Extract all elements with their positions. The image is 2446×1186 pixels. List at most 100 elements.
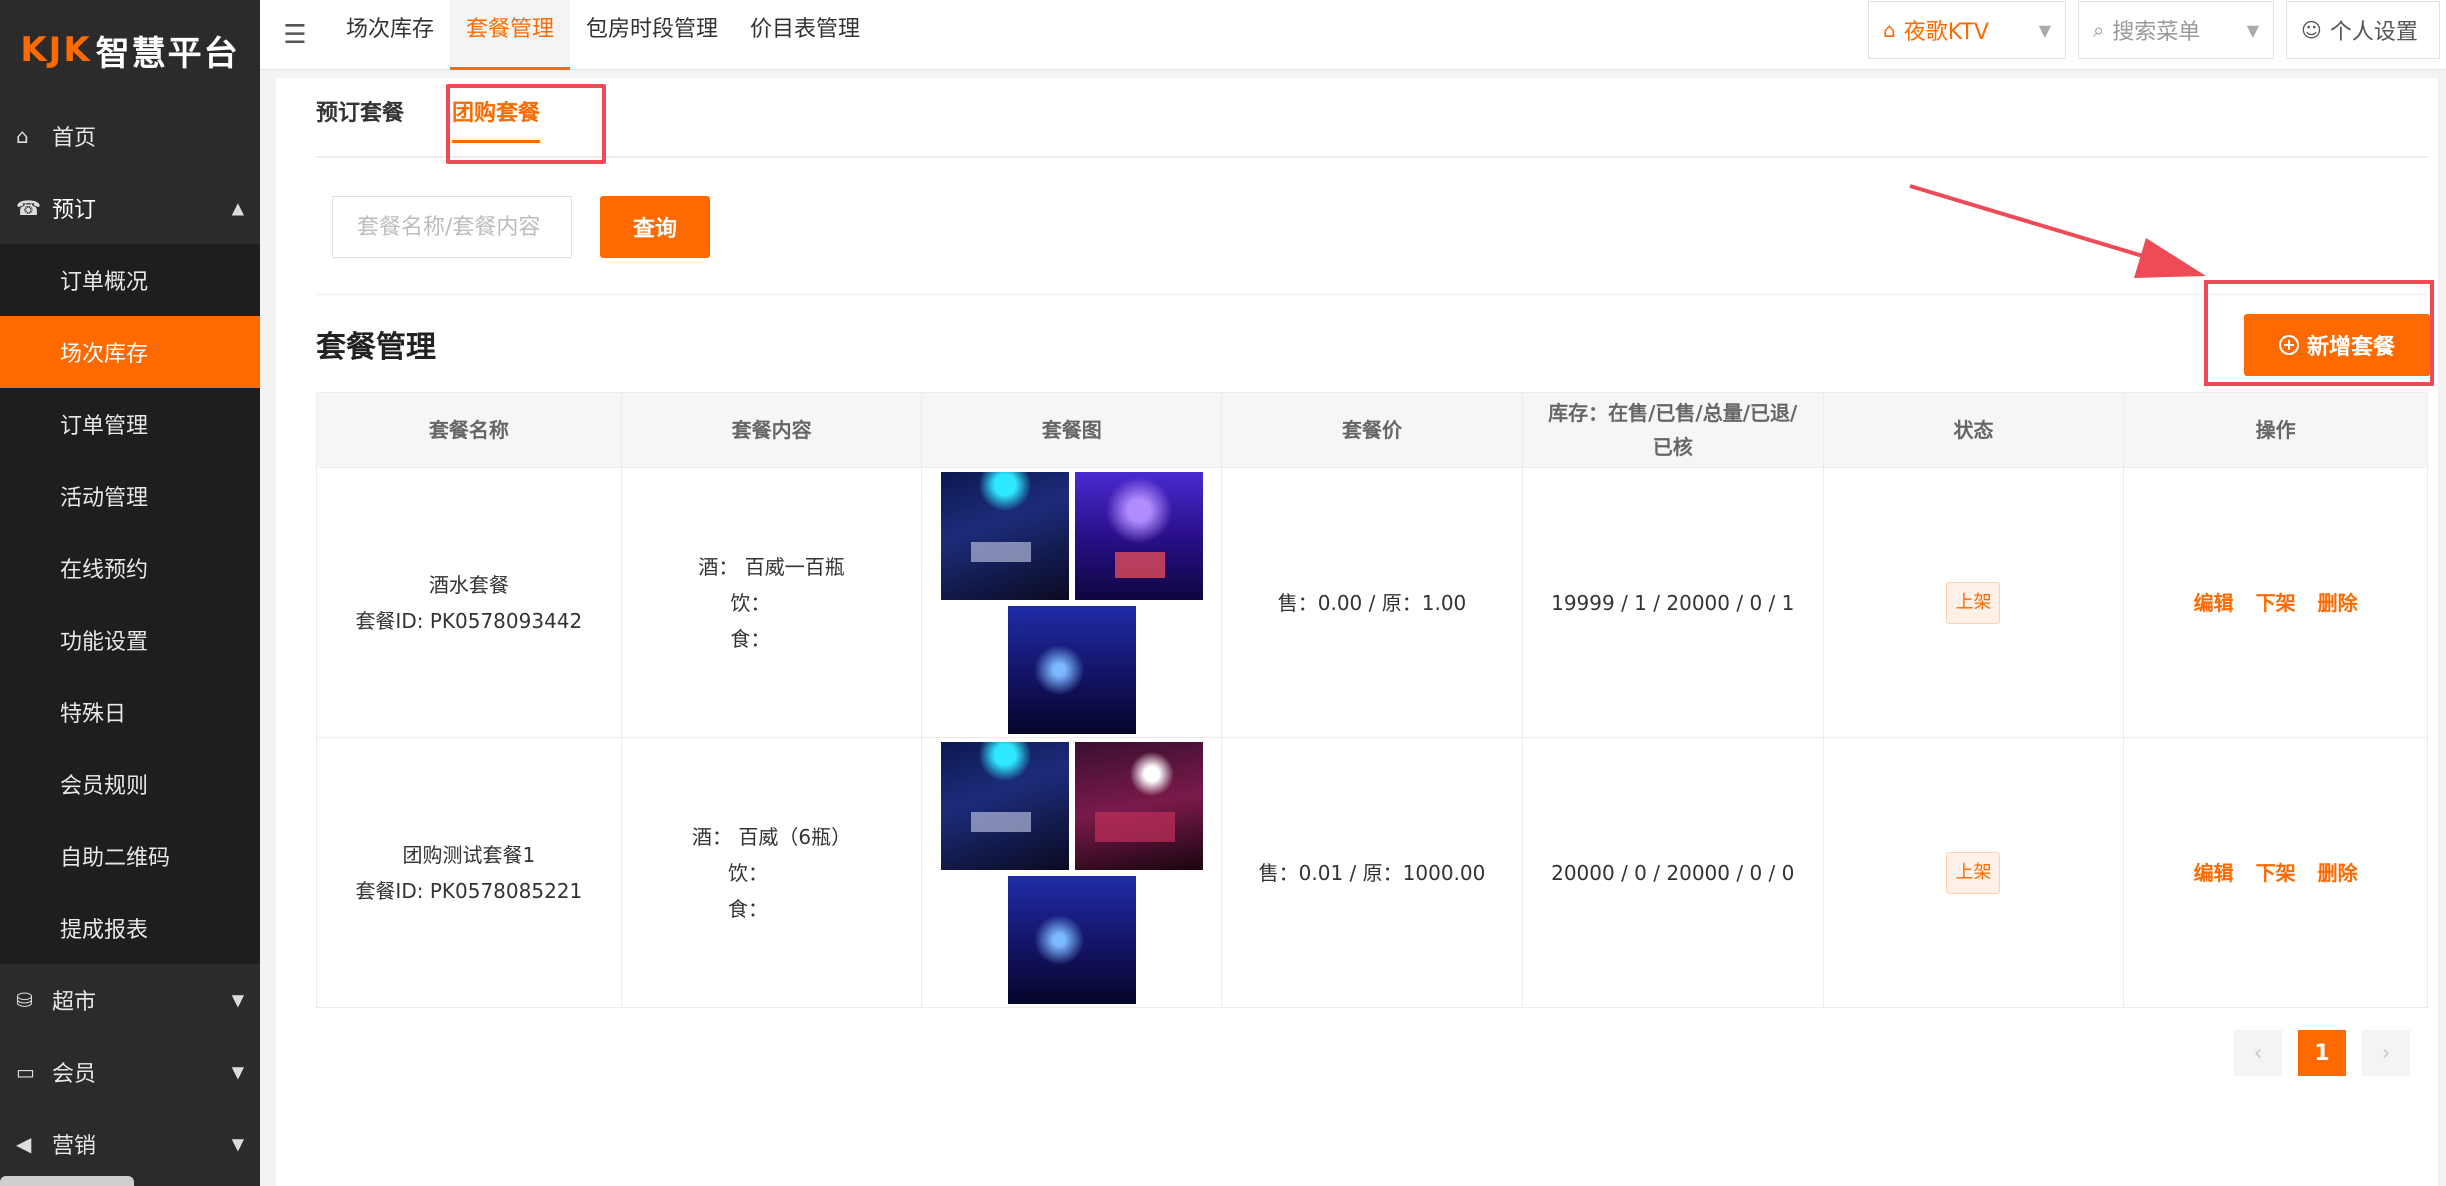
sidebar-item-label: 首页 xyxy=(52,126,97,151)
menu-toggle-icon[interactable]: ☰ xyxy=(260,20,330,50)
unlist-link[interactable]: 下架 xyxy=(2256,855,2296,891)
add-package-button[interactable]: + 新增套餐 xyxy=(2244,314,2430,376)
package-image[interactable] xyxy=(1007,605,1136,734)
edit-link[interactable]: 编辑 xyxy=(2194,855,2234,891)
megaphone-icon: ◀ xyxy=(16,1132,32,1156)
sidebar-item-activity[interactable]: 活动管理 xyxy=(0,460,260,532)
caret-down-icon: ▼ xyxy=(231,1062,244,1082)
column-header-line: 已核 xyxy=(1652,435,1693,459)
sidebar: KJK 智慧平台 ⌂ 首页 ☎ 预订 ▲ 订单概况 场次库存 订单管理 活动管理… xyxy=(0,0,260,1186)
tab-session-stock[interactable]: 场次库存 xyxy=(330,0,450,70)
column-header: 套餐图 xyxy=(922,393,1223,467)
pagination: ‹ 1 › xyxy=(2234,1030,2410,1076)
table-row: 团购测试套餐1 套餐ID: PK0578085221 酒： 百威（6瓶） 饮： … xyxy=(317,737,2427,1007)
sidebar-item-order-overview[interactable]: 订单概况 xyxy=(0,244,260,316)
sidebar-item-label: 活动管理 xyxy=(60,486,149,511)
actions-cell: 编辑 下架 删除 xyxy=(2124,468,2427,737)
add-package-label: 新增套餐 xyxy=(2306,335,2395,360)
sidebar-item-label: 场次库存 xyxy=(60,342,149,367)
content-drink: 酒： 百威（6瓶） xyxy=(692,824,852,849)
tab-price-list[interactable]: 价目表管理 xyxy=(734,0,876,70)
package-content: 酒： 百威（6瓶） 饮： 食： xyxy=(692,819,851,927)
package-image[interactable] xyxy=(1074,471,1203,600)
sidebar-item-order-manage[interactable]: 订单管理 xyxy=(0,388,260,460)
package-name: 酒水套餐 xyxy=(428,572,509,597)
card-icon: ▭ xyxy=(16,1060,35,1084)
package-stock: 19999 / 1 / 20000 / 0 / 1 xyxy=(1523,468,1824,737)
store-name: 夜歌KTV xyxy=(1903,20,1989,45)
content-food: 食： xyxy=(730,626,771,651)
table-row: 酒水套餐 套餐ID: PK0578093442 酒： 百威一百瓶 饮： 食： 售… xyxy=(317,467,2427,737)
house-icon: ⌂ xyxy=(1883,18,1896,42)
sidebar-item-label: 在线预约 xyxy=(60,558,149,583)
query-button[interactable]: 查询 xyxy=(600,196,710,258)
sidebar-scrollbar[interactable] xyxy=(0,1176,134,1186)
search-bar: 查询 xyxy=(332,196,710,258)
search-icon: ⌕ xyxy=(2093,18,2105,42)
sidebar-item-commission[interactable]: 提成报表 xyxy=(0,892,260,964)
package-content-cell: 酒： 百威一百瓶 饮： 食： xyxy=(622,468,923,737)
edit-link[interactable]: 编辑 xyxy=(2194,585,2234,621)
logo: KJK 智慧平台 xyxy=(0,0,260,100)
column-header: 套餐价 xyxy=(1222,393,1523,467)
package-price: 售：0.01 / 原：1000.00 xyxy=(1222,738,1523,1007)
sidebar-item-label: 自助二维码 xyxy=(60,846,171,871)
sidebar-item-member[interactable]: ▭ 会员 ▼ xyxy=(0,1036,260,1108)
sidebar-item-member-rules[interactable]: 会员规则 xyxy=(0,748,260,820)
menu-search-placeholder: 搜索菜单 xyxy=(2112,20,2201,45)
package-search-input[interactable] xyxy=(332,196,572,258)
content-food: 食： xyxy=(728,896,769,921)
sidebar-item-label: 会员 xyxy=(52,1062,97,1087)
row-actions: 编辑 下架 删除 xyxy=(2194,855,2358,891)
divider xyxy=(316,294,2428,295)
sidebar-item-label: 功能设置 xyxy=(60,630,149,655)
table-header: 套餐名称 套餐内容 套餐图 套餐价 库存：在售/已售/总量/已退/ 已核 状态 … xyxy=(317,393,2427,467)
sidebar-item-special-day[interactable]: 特殊日 xyxy=(0,676,260,748)
unlist-link[interactable]: 下架 xyxy=(2256,585,2296,621)
package-image[interactable] xyxy=(1074,741,1203,870)
sidebar-item-online-booking[interactable]: 在线预约 xyxy=(0,532,260,604)
package-image[interactable] xyxy=(940,471,1069,600)
main-content: 预订套餐 团购套餐 查询 套餐管理 + 新增套餐 套餐名称 套餐内容 套餐图 套… xyxy=(276,78,2438,1186)
tab-room-period[interactable]: 包房时段管理 xyxy=(570,0,734,70)
menu-search[interactable]: ⌕ 搜索菜单 ▼ xyxy=(2078,1,2274,59)
sidebar-item-marketing[interactable]: ◀ 营销 ▼ xyxy=(0,1108,260,1180)
column-header: 套餐内容 xyxy=(622,393,923,467)
sidebar-item-label: 提成报表 xyxy=(60,918,149,943)
sidebar-item-label: 会员规则 xyxy=(60,774,149,799)
caret-down-icon: ▼ xyxy=(231,990,244,1010)
page-number-button[interactable]: 1 xyxy=(2298,1030,2346,1076)
sidebar-item-label: 订单管理 xyxy=(60,414,149,439)
tab-package-manage[interactable]: 套餐管理 xyxy=(450,0,571,70)
actions-cell: 编辑 下架 删除 xyxy=(2124,738,2427,1007)
sidebar-item-market[interactable]: ⛁ 超市 ▼ xyxy=(0,964,260,1036)
package-name-cell: 酒水套餐 套餐ID: PK0578093442 xyxy=(317,468,622,737)
column-header: 状态 xyxy=(1824,393,2125,467)
sidebar-item-booking[interactable]: ☎ 预订 ▲ xyxy=(0,172,260,244)
sidebar-item-label: 特殊日 xyxy=(60,702,127,727)
content-drink: 酒： 百威一百瓶 xyxy=(698,554,845,579)
package-image[interactable] xyxy=(1007,875,1136,1004)
next-page-button[interactable]: › xyxy=(2362,1030,2410,1076)
column-header-stock: 库存：在售/已售/总量/已退/ 已核 xyxy=(1523,393,1824,467)
delete-link[interactable]: 删除 xyxy=(2318,855,2358,891)
package-stock: 20000 / 0 / 20000 / 0 / 0 xyxy=(1523,738,1824,1007)
sidebar-item-qrcode[interactable]: 自助二维码 xyxy=(0,820,260,892)
basket-icon: ⛁ xyxy=(16,988,33,1012)
package-images xyxy=(940,741,1203,1004)
delete-link[interactable]: 删除 xyxy=(2318,585,2358,621)
sidebar-item-settings[interactable]: 功能设置 xyxy=(0,604,260,676)
store-selector[interactable]: ⌂ 夜歌KTV ▼ xyxy=(1868,1,2066,59)
sidebar-item-home[interactable]: ⌂ 首页 xyxy=(0,100,260,172)
user-settings[interactable]: ☺ 个人设置 xyxy=(2286,1,2440,59)
status-cell: 上架 xyxy=(1824,468,2125,737)
status-cell: 上架 xyxy=(1824,738,2125,1007)
subtabs: 预订套餐 团购套餐 xyxy=(316,78,2428,158)
sidebar-item-session-stock[interactable]: 场次库存 xyxy=(0,316,260,388)
section-title: 套餐管理 xyxy=(316,330,436,365)
prev-page-button[interactable]: ‹ xyxy=(2234,1030,2282,1076)
user-settings-label: 个人设置 xyxy=(2329,20,2418,45)
package-image[interactable] xyxy=(940,741,1069,870)
tab-booking-package[interactable]: 预订套餐 xyxy=(316,77,404,157)
package-content-cell: 酒： 百威（6瓶） 饮： 食： xyxy=(622,738,923,1007)
